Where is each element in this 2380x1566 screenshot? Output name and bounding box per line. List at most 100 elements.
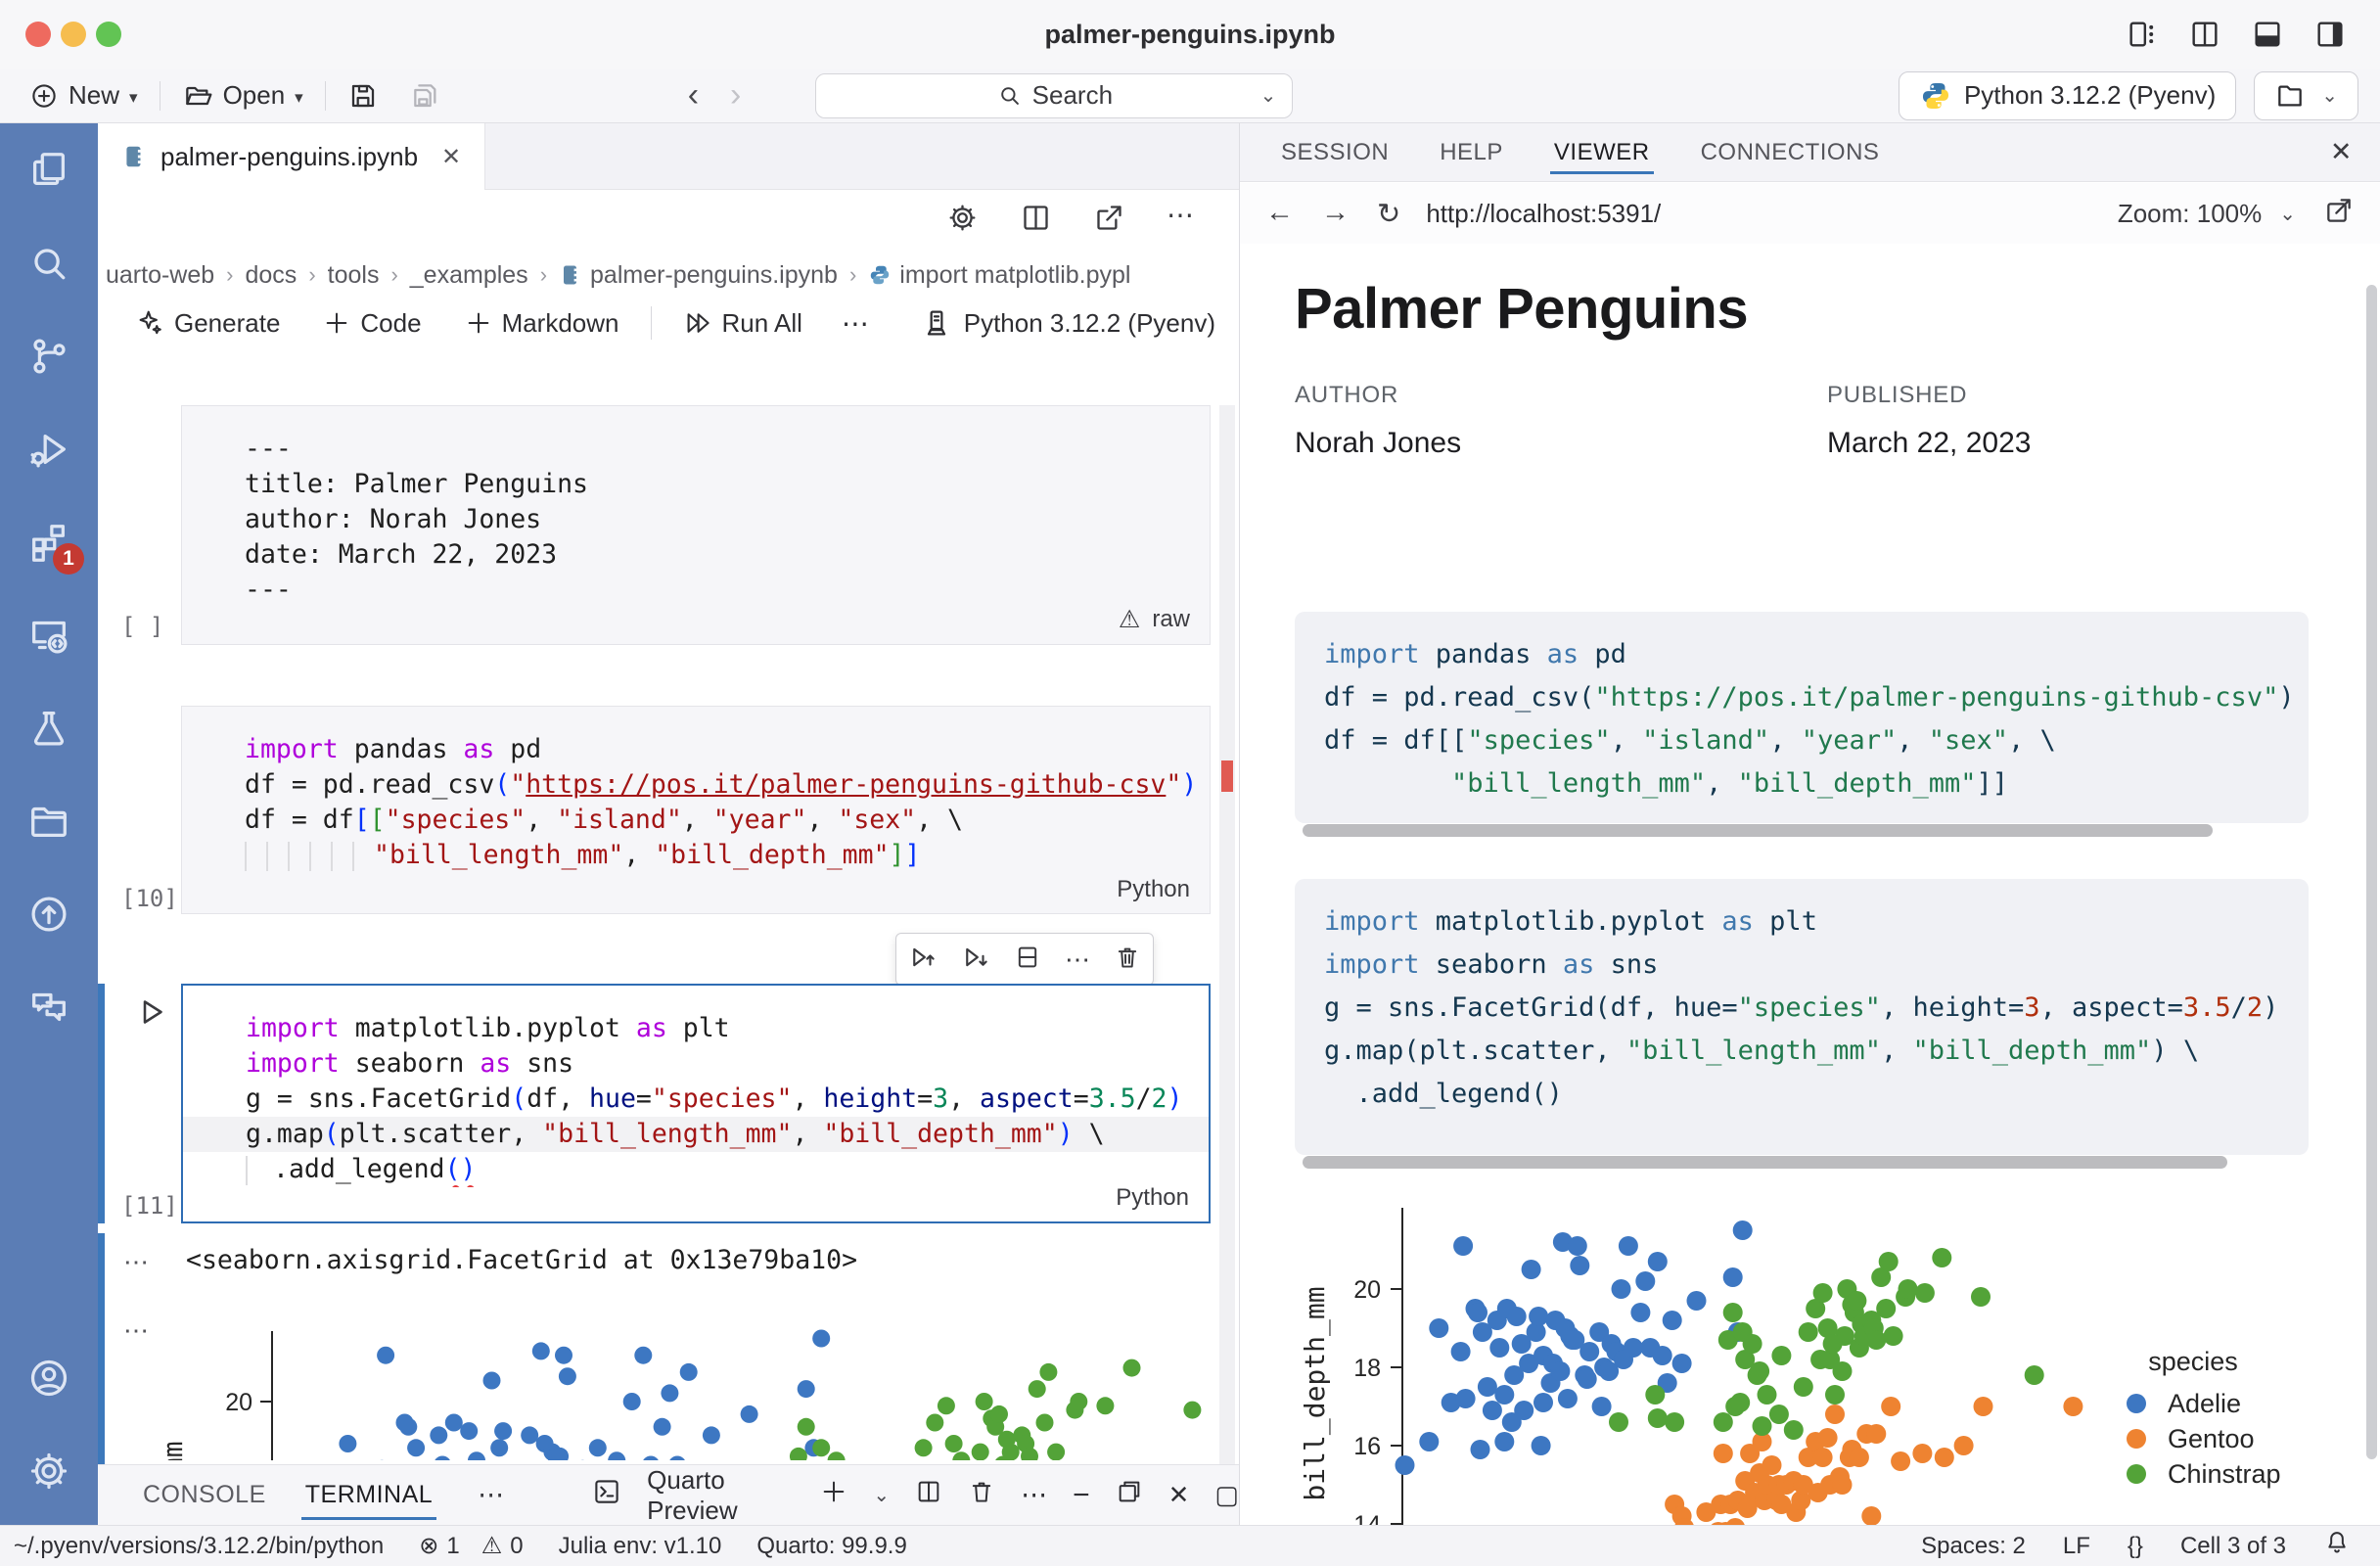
viewer-back-icon[interactable]: ← [1265, 197, 1294, 231]
status-quarto-version[interactable]: Quarto: 99.9.9 [756, 1533, 906, 1560]
breadcrumb[interactable]: uarto-web›docs›tools›_examples›palmer-pe… [106, 258, 1131, 292]
doc-code-block-2: import matplotlib.pyplot as pltimport se… [1295, 879, 2309, 1155]
panel-tabs-more-icon[interactable]: ⋯ [478, 1480, 504, 1510]
save-all-button[interactable] [394, 74, 457, 117]
nav-forward-button[interactable]: › [714, 76, 756, 115]
split-cell-icon[interactable] [1014, 944, 1041, 976]
cell-language-label[interactable]: Python [1117, 876, 1190, 903]
run-cell-button[interactable] [133, 994, 168, 1035]
notebook-more-icon[interactable]: ⋯ [828, 307, 883, 340]
sidebar-item-search[interactable] [0, 216, 98, 309]
kernel-selector[interactable]: Python 3.12.2 (Pyenv) [921, 298, 1215, 348]
breadcrumb-item[interactable]: _examples [410, 261, 528, 290]
tab-help[interactable]: HELP [1414, 123, 1529, 182]
cell-language-label[interactable]: Python [1116, 1184, 1189, 1212]
new-button[interactable]: New ▾ [14, 74, 154, 117]
notifications-bell-icon[interactable] [2323, 1529, 2351, 1563]
maximize-panel-icon[interactable]: ▢ [1214, 1480, 1239, 1510]
run-all-button[interactable]: Run All [665, 300, 820, 345]
sidebar-item-folder[interactable] [0, 774, 98, 867]
horizontal-scrollbar[interactable] [1303, 824, 2213, 837]
delete-cell-icon[interactable] [1114, 944, 1141, 976]
editor-scrollbar[interactable] [1219, 405, 1235, 1464]
split-editor-icon[interactable] [1020, 202, 1052, 239]
sidebar-item-comments[interactable] [0, 960, 98, 1053]
zoom-dropdown-icon[interactable]: ⌄ [2279, 202, 2296, 226]
cell-language-label[interactable]: raw [1152, 606, 1190, 633]
tab-console[interactable]: CONSOLE [123, 1465, 286, 1526]
notebook-cell-code-2-active[interactable]: import matplotlib.pyplot as pltimport se… [181, 984, 1211, 1223]
status-eol[interactable]: LF [2063, 1533, 2090, 1560]
notebook-cell-code-1[interactable]: import pandas as pddf = pd.read_csv("htt… [181, 706, 1211, 914]
breadcrumb-item[interactable]: palmer-penguins.ipynb [559, 261, 838, 290]
toggle-secondary-sidebar-icon[interactable] [2313, 18, 2347, 56]
notebook-cell-raw[interactable]: ---title: Palmer Penguinsauthor: Norah J… [181, 405, 1211, 645]
add-code-cell-button[interactable]: Code [305, 300, 438, 345]
interpreter-selector-button[interactable]: Python 3.12.2 (Pyenv) [1899, 71, 2236, 120]
account-button[interactable] [0, 1331, 98, 1424]
nav-back-button[interactable]: ‹ [672, 76, 714, 115]
more-actions-icon[interactable]: ⋯ [1167, 202, 1194, 239]
status-julia-env[interactable]: Julia env: v1.10 [559, 1533, 722, 1560]
sidebar-item-source-control[interactable] [0, 309, 98, 402]
kill-terminal-icon[interactable] [968, 1478, 995, 1512]
viewer-forward-icon[interactable]: → [1321, 197, 1350, 231]
horizontal-scrollbar[interactable] [1303, 1156, 2227, 1169]
split-terminal-icon[interactable] [915, 1478, 942, 1512]
sidebar-item-run-debug[interactable] [0, 402, 98, 495]
search-input[interactable]: Search ⌄ [815, 73, 1293, 118]
cell-code[interactable]: ---title: Palmer Penguinsauthor: Norah J… [182, 406, 1210, 608]
viewer-zoom-label[interactable]: Zoom: 100% [2118, 199, 2262, 229]
notebook-settings-icon[interactable] [946, 202, 979, 239]
close-panel-icon[interactable]: ✕ [2330, 137, 2353, 167]
collapse-output-icon[interactable]: ⋯ [123, 1247, 151, 1277]
tab-viewer[interactable]: VIEWER [1529, 123, 1675, 182]
customize-layout-icon[interactable] [2126, 18, 2159, 56]
tab-connections[interactable]: CONNECTIONS [1675, 123, 1905, 182]
run-below-icon[interactable] [961, 943, 990, 977]
viewer-reload-icon[interactable]: ↻ [1377, 197, 1400, 231]
tab-palmer-penguins[interactable]: palmer-penguins.ipynb ✕ [98, 123, 485, 190]
breadcrumb-item[interactable]: docs [246, 261, 298, 290]
toggle-panel-icon[interactable] [2251, 18, 2284, 56]
cell-code[interactable]: import matplotlib.pyplot as pltimport se… [183, 986, 1209, 1187]
close-panel-icon[interactable]: ✕ [1168, 1480, 1190, 1510]
new-terminal-icon[interactable] [820, 1478, 847, 1512]
sidebar-item-explorer[interactable] [0, 123, 98, 216]
terminal-instance-label[interactable]: Quarto Preview [647, 1465, 795, 1526]
status-indentation[interactable]: Spaces: 2 [1921, 1533, 2026, 1560]
workspace-folder-button[interactable]: ⌄ [2254, 71, 2358, 120]
run-above-icon[interactable] [908, 943, 938, 977]
add-markdown-cell-button[interactable]: Markdown [447, 300, 637, 345]
sidebar-item-extensions[interactable]: 1 [0, 495, 98, 588]
save-button[interactable] [332, 74, 394, 117]
tab-terminal[interactable]: TERMINAL [286, 1465, 452, 1526]
terminal-dropdown-icon[interactable]: ⌄ [873, 1483, 890, 1507]
cell-code[interactable]: import pandas as pddf = pd.read_csv("htt… [182, 707, 1210, 873]
status-interpreter-path[interactable]: ~/.pyenv/versions/3.12.2/bin/python [14, 1533, 384, 1560]
sidebar-item-publish[interactable] [0, 867, 98, 960]
status-cell-position[interactable]: Cell 3 of 3 [2180, 1533, 2286, 1560]
settings-button[interactable] [0, 1424, 98, 1517]
cell-more-icon[interactable]: ⋯ [1065, 944, 1090, 975]
viewer-url[interactable]: http://localhost:5391/ [1426, 199, 1661, 229]
split-editor-layout-icon[interactable] [2188, 18, 2221, 56]
sidebar-item-remote-explorer[interactable] [0, 588, 98, 681]
close-tab-icon[interactable]: ✕ [441, 143, 461, 171]
status-language-braces[interactable]: {} [2128, 1533, 2143, 1560]
open-button[interactable]: Open ▾ [166, 74, 319, 117]
breadcrumb-item[interactable]: uarto-web [106, 261, 214, 290]
sidebar-item-testing[interactable] [0, 681, 98, 774]
terminal-more-icon[interactable]: ⋯ [1021, 1480, 1047, 1510]
status-problems[interactable]: ⊗ 1 ⚠ 0 [419, 1532, 523, 1560]
open-external-icon[interactable] [1093, 202, 1125, 239]
restore-panel-icon[interactable] [1116, 1478, 1143, 1512]
tab-session[interactable]: SESSION [1256, 123, 1414, 182]
execution-count: [ ] [121, 613, 163, 640]
generate-button[interactable]: Generate [117, 300, 298, 345]
viewer-scrollbar[interactable] [2366, 285, 2377, 1459]
breadcrumb-item[interactable]: tools [328, 261, 380, 290]
minimize-panel-icon[interactable]: − [1073, 1479, 1090, 1512]
open-in-browser-icon[interactable] [2323, 195, 2355, 233]
breadcrumb-item[interactable]: import matplotlib.pypl [868, 261, 1130, 290]
